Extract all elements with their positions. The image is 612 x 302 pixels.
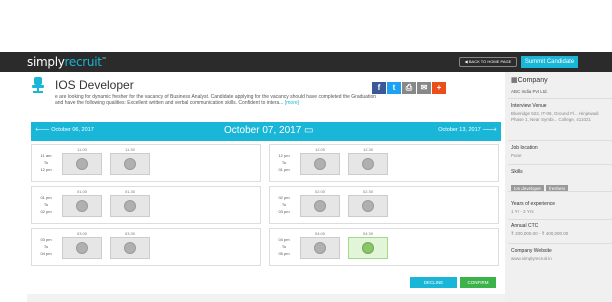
slot-blocked-icon [76, 158, 88, 170]
unavailable-slot-box[interactable] [62, 237, 102, 259]
date-navigation-bar: 🡐 October 06, 2017 October 07, 2017 ▭ Oc… [31, 122, 501, 141]
unavailable-slot-box[interactable] [300, 195, 340, 217]
timeslot[interactable]: 11.30 [110, 147, 150, 179]
time-range-label: 12 pm To 01 pm [278, 153, 290, 172]
company-website: Company Website www.simplyrecruit.in [511, 248, 611, 262]
company-heading: ▦Company [511, 77, 548, 84]
back-to-home-button[interactable]: ◀ BACK TO HOME PAGE [459, 57, 517, 67]
timeslot-row: 11 am To 12 pm 11.00 11.30 [31, 144, 261, 182]
divider [508, 140, 612, 141]
years-of-experience: Years of experience 1 Yr - 2 Yrs [511, 201, 556, 214]
timeslot[interactable]: 03.00 [62, 231, 102, 263]
unavailable-slot-box[interactable] [110, 153, 150, 175]
email-icon[interactable]: ✉ [417, 82, 431, 94]
slot-blocked-icon [314, 242, 326, 254]
annual-ctc: Annual CTC ₹ 200,000.00 - ₹ 400,000.00 [511, 223, 569, 236]
footer-strip [27, 294, 505, 302]
confirm-button[interactable]: CONFIRM [460, 277, 496, 288]
more-link[interactable]: [more] [285, 100, 299, 106]
divider [508, 243, 612, 244]
facebook-icon[interactable]: f [372, 82, 386, 94]
job-details-sidebar: ▦Company ABC India Pvt Ltd. Interview Ve… [505, 72, 612, 302]
simplyrecruit-logo[interactable]: simplyrecruit™ [27, 55, 107, 69]
company-name: ABC India Pvt Ltd. [511, 89, 548, 94]
timeslot[interactable]: 03.30 [110, 231, 150, 263]
divider [508, 219, 612, 220]
timeslot-row: 12 pm To 01 pm 12.00 12.30 [269, 144, 499, 182]
print-icon[interactable]: ⎙ [402, 82, 416, 94]
main-content: IOS Developer e are looking for dynamic … [27, 72, 505, 302]
timeslot[interactable]: 04.00 [300, 231, 340, 263]
current-date[interactable]: October 07, 2017 ▭ [224, 125, 314, 136]
timeslot[interactable]: 04.30 [348, 231, 388, 263]
next-date-link[interactable]: October 13, 2017 🡒 [438, 127, 497, 133]
previous-date-link[interactable]: 🡐 October 06, 2017 [35, 127, 94, 133]
timeslot[interactable]: 02.30 [348, 189, 388, 221]
slot-blocked-icon [362, 200, 374, 212]
plus-icon[interactable]: + [432, 82, 446, 94]
unavailable-slot-box[interactable] [300, 237, 340, 259]
time-range-label: 01 pm To 02 pm [40, 195, 52, 214]
unavailable-slot-box[interactable] [62, 153, 102, 175]
timeslot[interactable]: 12.00 [300, 147, 340, 179]
share-buttons: f t ⎙ ✉ + [372, 82, 446, 94]
time-range-label: 03 pm To 04 pm [40, 237, 52, 256]
job-description: e are looking for dynamic fresher for th… [55, 94, 377, 106]
timeslot[interactable]: 02.00 [300, 189, 340, 221]
unavailable-slot-box[interactable] [300, 153, 340, 175]
job-location: Job location Pune [511, 145, 538, 158]
job-title: IOS Developer [55, 78, 134, 92]
unavailable-slot-box[interactable] [348, 195, 388, 217]
timeslot-row: 02 pm To 03 pm 02.00 02.30 [269, 186, 499, 224]
time-range-label: 02 pm To 03 pm [278, 195, 290, 214]
available-slot-box[interactable] [348, 237, 388, 259]
interview-venue: Interview Venue Blueridge 522, IT-06, Gr… [511, 103, 599, 122]
unavailable-slot-box[interactable] [110, 237, 150, 259]
timeslot-row: 01 pm To 02 pm 01.00 01.30 [31, 186, 261, 224]
job-chair-icon [32, 77, 44, 93]
slot-blocked-icon [124, 242, 136, 254]
divider [508, 98, 612, 99]
slot-blocked-icon [124, 200, 136, 212]
slot-available-icon [362, 242, 374, 254]
divider [508, 191, 612, 192]
slot-blocked-icon [76, 200, 88, 212]
timeslot[interactable]: 01.30 [110, 189, 150, 221]
divider [508, 164, 612, 165]
timeslot-row: 03 pm To 04 pm 03.00 03.30 [31, 228, 261, 266]
slot-blocked-icon [314, 158, 326, 170]
slot-blocked-icon [362, 158, 374, 170]
top-navbar: simplyrecruit™ ◀ BACK TO HOME PAGE Summi… [0, 52, 612, 72]
company-website-link[interactable]: www.simplyrecruit.in [511, 256, 611, 262]
slot-blocked-icon [314, 200, 326, 212]
unavailable-slot-box[interactable] [348, 153, 388, 175]
slot-blocked-icon [76, 242, 88, 254]
decline-button[interactable]: DECLINE [410, 277, 457, 288]
timeslot[interactable]: 12.30 [348, 147, 388, 179]
timeslot[interactable]: 11.00 [62, 147, 102, 179]
time-range-label: 04 pm To 05 pm [278, 237, 290, 256]
unavailable-slot-box[interactable] [62, 195, 102, 217]
slot-blocked-icon [124, 158, 136, 170]
twitter-icon[interactable]: t [387, 82, 401, 94]
timeslot-row: 04 pm To 05 pm 04.00 04.30 [269, 228, 499, 266]
user-account-button[interactable]: Summit Candidate [521, 56, 578, 68]
time-range-label: 11 am To 12 pm [40, 153, 52, 172]
timeslot[interactable]: 01.00 [62, 189, 102, 221]
unavailable-slot-box[interactable] [110, 195, 150, 217]
